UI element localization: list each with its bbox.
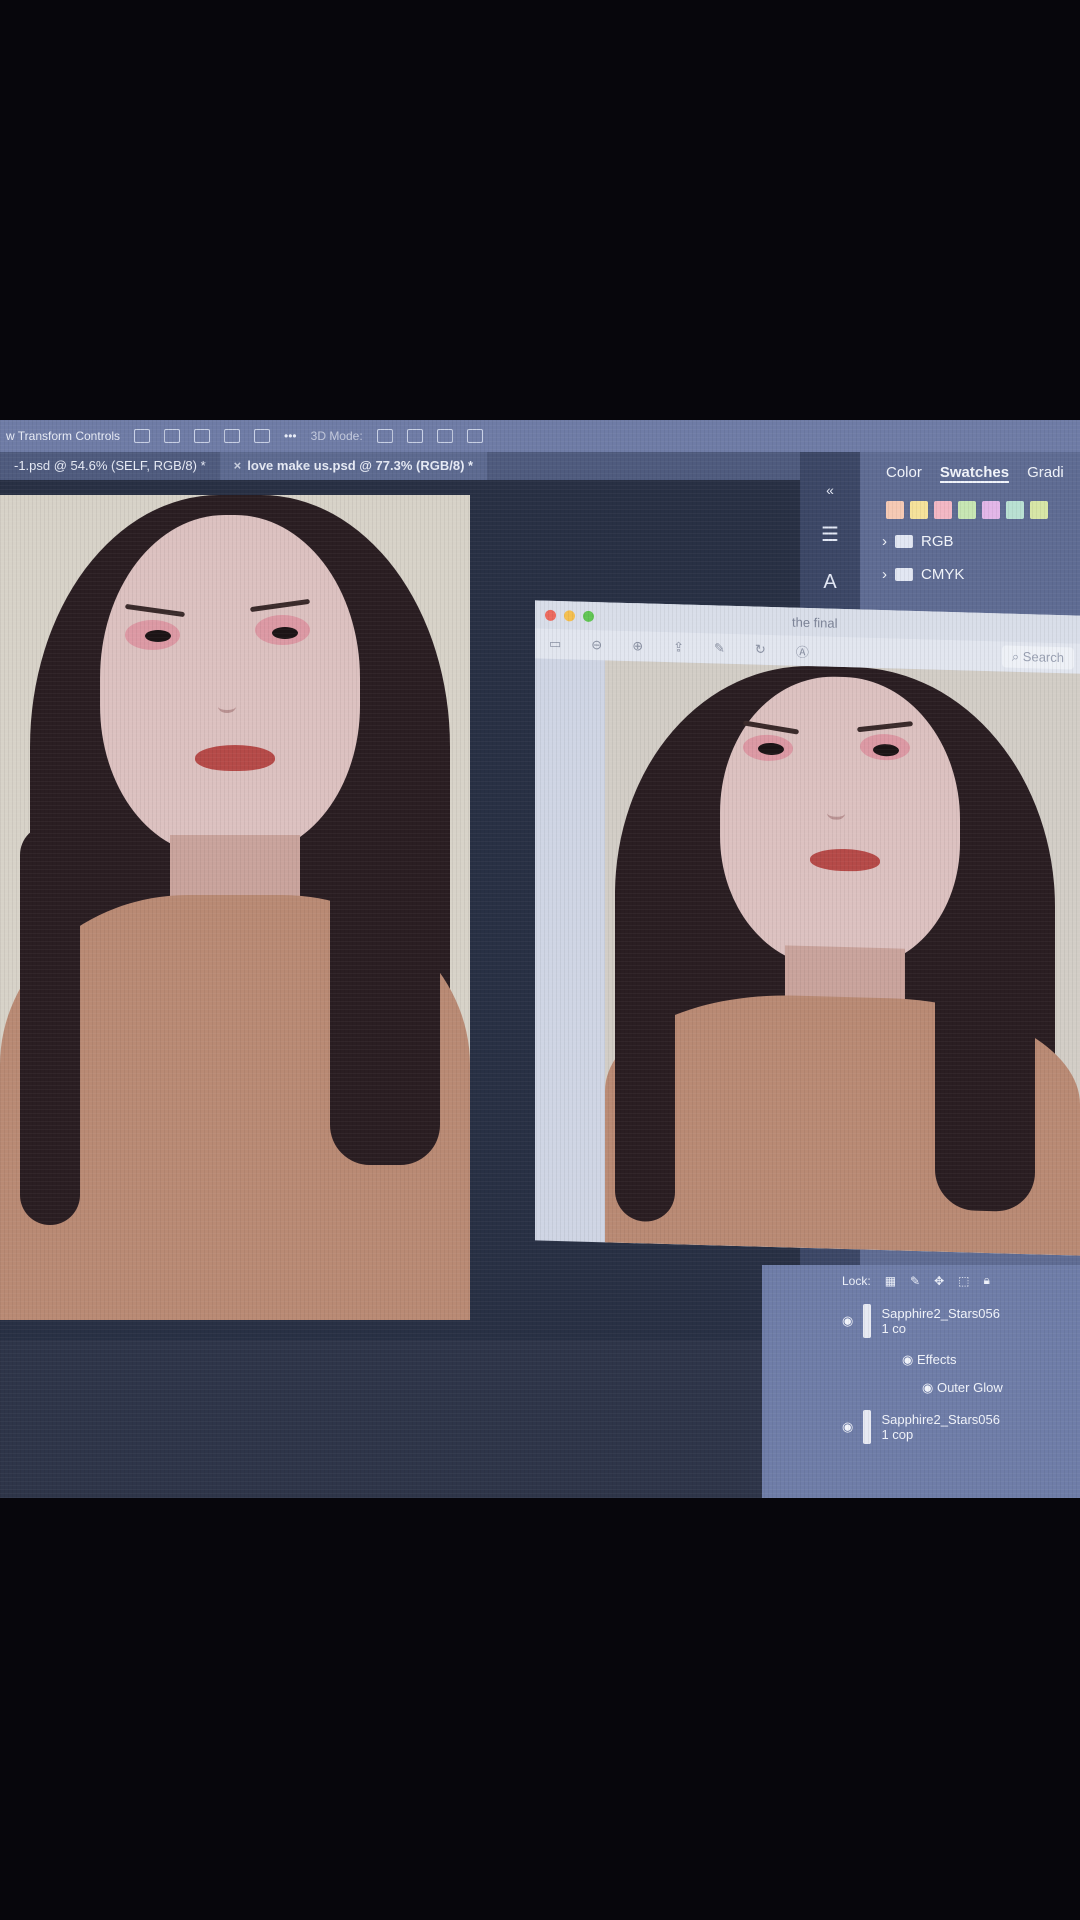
minimize-window-icon[interactable]	[564, 609, 575, 622]
swatch-folder-cmyk[interactable]: › CMYK	[860, 558, 1080, 591]
roll-3d-icon[interactable]	[406, 429, 423, 443]
swatch[interactable]	[1030, 501, 1048, 519]
swatch[interactable]	[982, 501, 1000, 519]
layer-name: Sapphire2_Stars056 1 cop	[881, 1412, 1000, 1442]
lock-pixels-icon[interactable]: ▦	[885, 1274, 896, 1288]
preview-window: the final ▭ ⊖ ⊕ ⇪ ✎ ↻ Ⓐ ⌕ Search	[535, 600, 1080, 1256]
close-tab-icon[interactable]: ×	[234, 458, 242, 473]
drag-3d-icon[interactable]	[436, 429, 453, 443]
layer-effects[interactable]: ◉ Effects	[762, 1346, 1080, 1374]
transform-controls-label[interactable]: w Transform Controls	[6, 429, 120, 443]
layer-thumbnail	[863, 1410, 872, 1444]
tab-gradients[interactable]: Gradi	[1027, 464, 1064, 483]
swatch[interactable]	[958, 501, 976, 519]
align-left-icon[interactable]	[134, 429, 151, 443]
document-tab-bar: -1.psd @ 54.6% (SELF, RGB/8) * × love mak…	[0, 452, 800, 480]
layer-thumbnail	[863, 1304, 872, 1338]
swatch-row	[860, 495, 1080, 525]
close-window-icon[interactable]	[545, 609, 556, 621]
tab-color[interactable]: Color	[886, 464, 922, 483]
letterbox-bottom	[0, 1498, 1080, 1920]
search-field[interactable]: ⌕ Search	[1001, 645, 1074, 670]
layers-panel: Lock: ▦ ✎ ✥ ⬚ 🔒︎ ◉ Sapphire2_Stars056 1 …	[762, 1265, 1080, 1498]
search-placeholder: Search	[1022, 649, 1064, 666]
panel-tabs: Color Swatches Gradi	[860, 452, 1080, 495]
main-portrait-photo	[0, 495, 470, 1320]
folder-label: RGB	[921, 533, 954, 550]
eye-icon[interactable]: ◉	[842, 1313, 853, 1329]
sidebar-toggle-icon[interactable]: ▭	[549, 636, 561, 652]
preview-portrait-photo	[605, 660, 1080, 1256]
layer-row[interactable]: ◉ Sapphire2_Stars056 1 co	[762, 1296, 1080, 1346]
tab-swatches[interactable]: Swatches	[939, 464, 1010, 483]
folder-icon	[895, 568, 913, 581]
eye-icon[interactable]: ◉	[842, 1419, 853, 1435]
preview-title: the final	[792, 614, 838, 631]
lock-artboard-icon[interactable]: ⬚	[958, 1274, 969, 1288]
options-bar: w Transform Controls ••• 3D Mode:	[0, 420, 1080, 452]
lock-brush-icon[interactable]: ✎	[910, 1274, 920, 1288]
distribute-vertical-icon[interactable]	[254, 429, 271, 443]
document-tab-active[interactable]: × love make us.psd @ 77.3% (RGB/8) *	[219, 452, 488, 480]
distribute-icon[interactable]	[224, 429, 241, 443]
rotate-icon[interactable]: ↻	[755, 642, 766, 658]
zoom-in-icon[interactable]: ⊕	[632, 638, 643, 654]
letterbox-top	[0, 0, 1080, 420]
effect-name: Outer Glow	[936, 1380, 1003, 1395]
swatch[interactable]	[934, 501, 952, 519]
chevron-right-icon: ›	[882, 566, 887, 583]
align-center-icon[interactable]	[164, 429, 181, 443]
align-right-icon[interactable]	[194, 429, 211, 443]
swatch-folder-rgb[interactable]: › RGB	[860, 525, 1080, 558]
more-options-icon[interactable]: •••	[284, 429, 297, 443]
folder-label: CMYK	[921, 566, 965, 583]
document-tab[interactable]: -1.psd @ 54.6% (SELF, RGB/8) *	[0, 452, 220, 480]
history-icon[interactable]: ☰	[821, 522, 839, 547]
tab-label: love make us.psd @ 77.3% (RGB/8) *	[247, 458, 474, 473]
3d-mode-label: 3D Mode:	[310, 429, 363, 443]
lock-position-icon[interactable]: ✥	[934, 1274, 944, 1288]
layer-lock-row: Lock: ▦ ✎ ✥ ⬚ 🔒︎	[762, 1265, 1080, 1296]
markup-icon[interactable]: ✎	[714, 640, 725, 656]
tab-label: -1.psd @ 54.6% (SELF, RGB/8) *	[14, 458, 206, 473]
character-icon[interactable]: A	[823, 571, 836, 594]
layer-row[interactable]: ◉ Sapphire2_Stars056 1 cop	[762, 1402, 1080, 1452]
swatch[interactable]	[1006, 501, 1024, 519]
lock-all-icon[interactable]: 🔒︎	[984, 1273, 990, 1288]
collapse-panels-icon[interactable]: «	[826, 482, 834, 498]
layer-effect-item[interactable]: ◉ Outer Glow	[762, 1374, 1080, 1402]
rotate-3d-icon[interactable]	[376, 429, 393, 443]
photoshop-screen: w Transform Controls ••• 3D Mode: -1.psd…	[0, 420, 1080, 1498]
chevron-right-icon: ›	[882, 533, 887, 550]
lock-label: Lock:	[842, 1273, 871, 1288]
folder-icon	[895, 535, 913, 548]
zoom-window-icon[interactable]	[583, 610, 594, 622]
layer-name: Sapphire2_Stars056 1 co	[881, 1306, 1000, 1336]
effects-label: Effects	[916, 1352, 957, 1367]
annotate-icon[interactable]: Ⓐ	[796, 641, 809, 660]
share-icon[interactable]: ⇪	[673, 639, 684, 655]
swatch[interactable]	[886, 501, 904, 519]
swatch[interactable]	[910, 501, 928, 519]
slide-3d-icon[interactable]	[466, 429, 483, 443]
zoom-out-icon[interactable]: ⊖	[591, 637, 602, 653]
